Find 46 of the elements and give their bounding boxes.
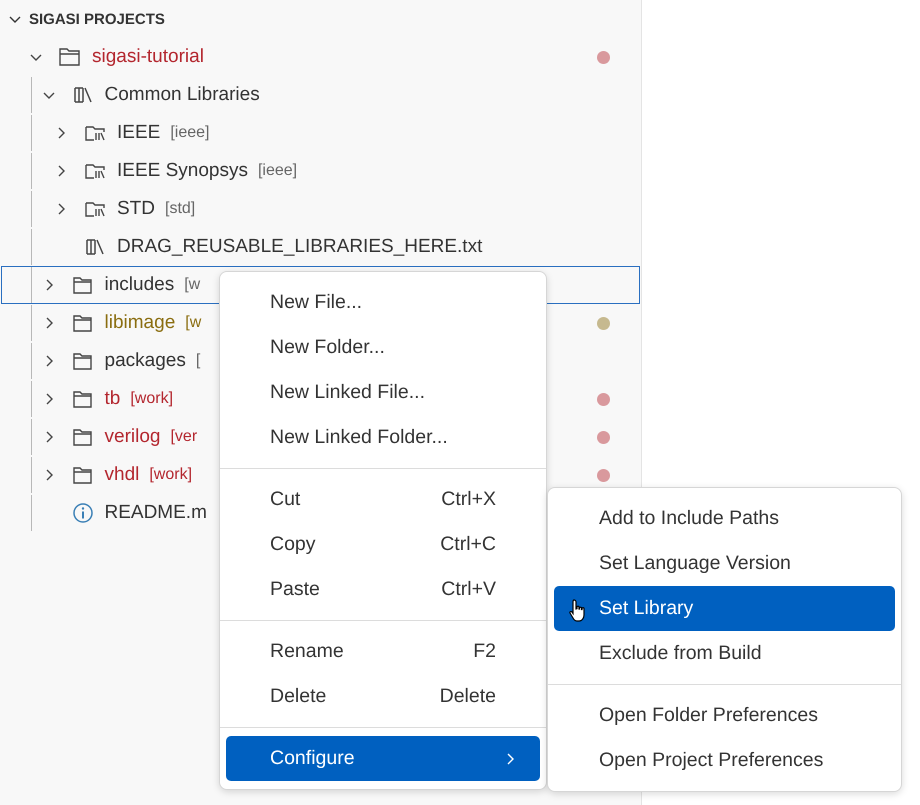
status-dot <box>597 317 610 330</box>
library-tag: [ieee] <box>170 124 210 142</box>
info-icon <box>70 501 94 525</box>
library-tag: [std] <box>165 200 196 218</box>
menu-item[interactable]: Exclude from Build <box>554 631 895 676</box>
menu-item[interactable]: Paste Ctrl+V <box>226 567 540 612</box>
library-tag: [work] <box>130 390 174 408</box>
tree-item-label: sigasi-tutorial <box>92 46 204 68</box>
tree-item-label: IEEE Synopsys <box>117 160 248 182</box>
library-tag: [w <box>185 314 202 332</box>
library-tag: [ver <box>170 428 198 446</box>
menu-item[interactable]: New Linked File... <box>226 370 540 415</box>
tree-item-label: vhdl <box>104 464 140 486</box>
library-tag: [ieee] <box>258 162 298 180</box>
menu-item[interactable]: Delete Delete <box>226 674 540 719</box>
menu-item[interactable]: Add to Include Paths <box>554 496 895 541</box>
menu-item[interactable]: Cut Ctrl+X <box>226 477 540 522</box>
status-dot <box>597 431 610 444</box>
menu-item[interactable]: Copy Ctrl+C <box>226 522 540 567</box>
menu-item[interactable]: Rename F2 <box>226 629 540 674</box>
menu-item[interactable]: New Folder... <box>226 325 540 370</box>
library-tag: [w <box>184 276 200 294</box>
tree-item-label: verilog <box>104 426 160 448</box>
menu-item[interactable]: New Linked Folder... <box>226 415 540 460</box>
tree-item-label: README.m <box>104 502 207 524</box>
tree-item-label: DRAG_REUSABLE_LIBRARIES_HERE.txt <box>117 236 482 258</box>
panel-title: SIGASI PROJECTS <box>29 10 165 28</box>
tree-item-label: includes <box>104 274 174 296</box>
tree-item-label: IEEE <box>117 122 160 144</box>
hand-cursor-icon <box>569 598 587 622</box>
library-tag: [ <box>196 352 200 370</box>
tree-item-label: libimage <box>104 312 176 334</box>
status-dot <box>597 469 610 482</box>
menu-item[interactable]: New File... <box>226 280 540 325</box>
menu-item[interactable]: Open Folder Preferences <box>554 693 895 738</box>
tree-item-label: tb <box>104 388 120 410</box>
tree-item-label: STD <box>117 198 155 220</box>
menu-item[interactable]: Set Language Version <box>554 541 895 586</box>
menu-item[interactable]: Open Project Preferences <box>554 738 895 783</box>
status-dot <box>597 393 610 406</box>
tree-item-label: packages <box>104 350 186 372</box>
tree-item-label: Common Libraries <box>104 84 260 106</box>
library-tag: [work] <box>149 466 192 484</box>
menu-item[interactable]: Configure <box>226 736 540 781</box>
status-dot <box>597 51 610 64</box>
menu-item[interactable]: Set Library <box>554 586 895 631</box>
